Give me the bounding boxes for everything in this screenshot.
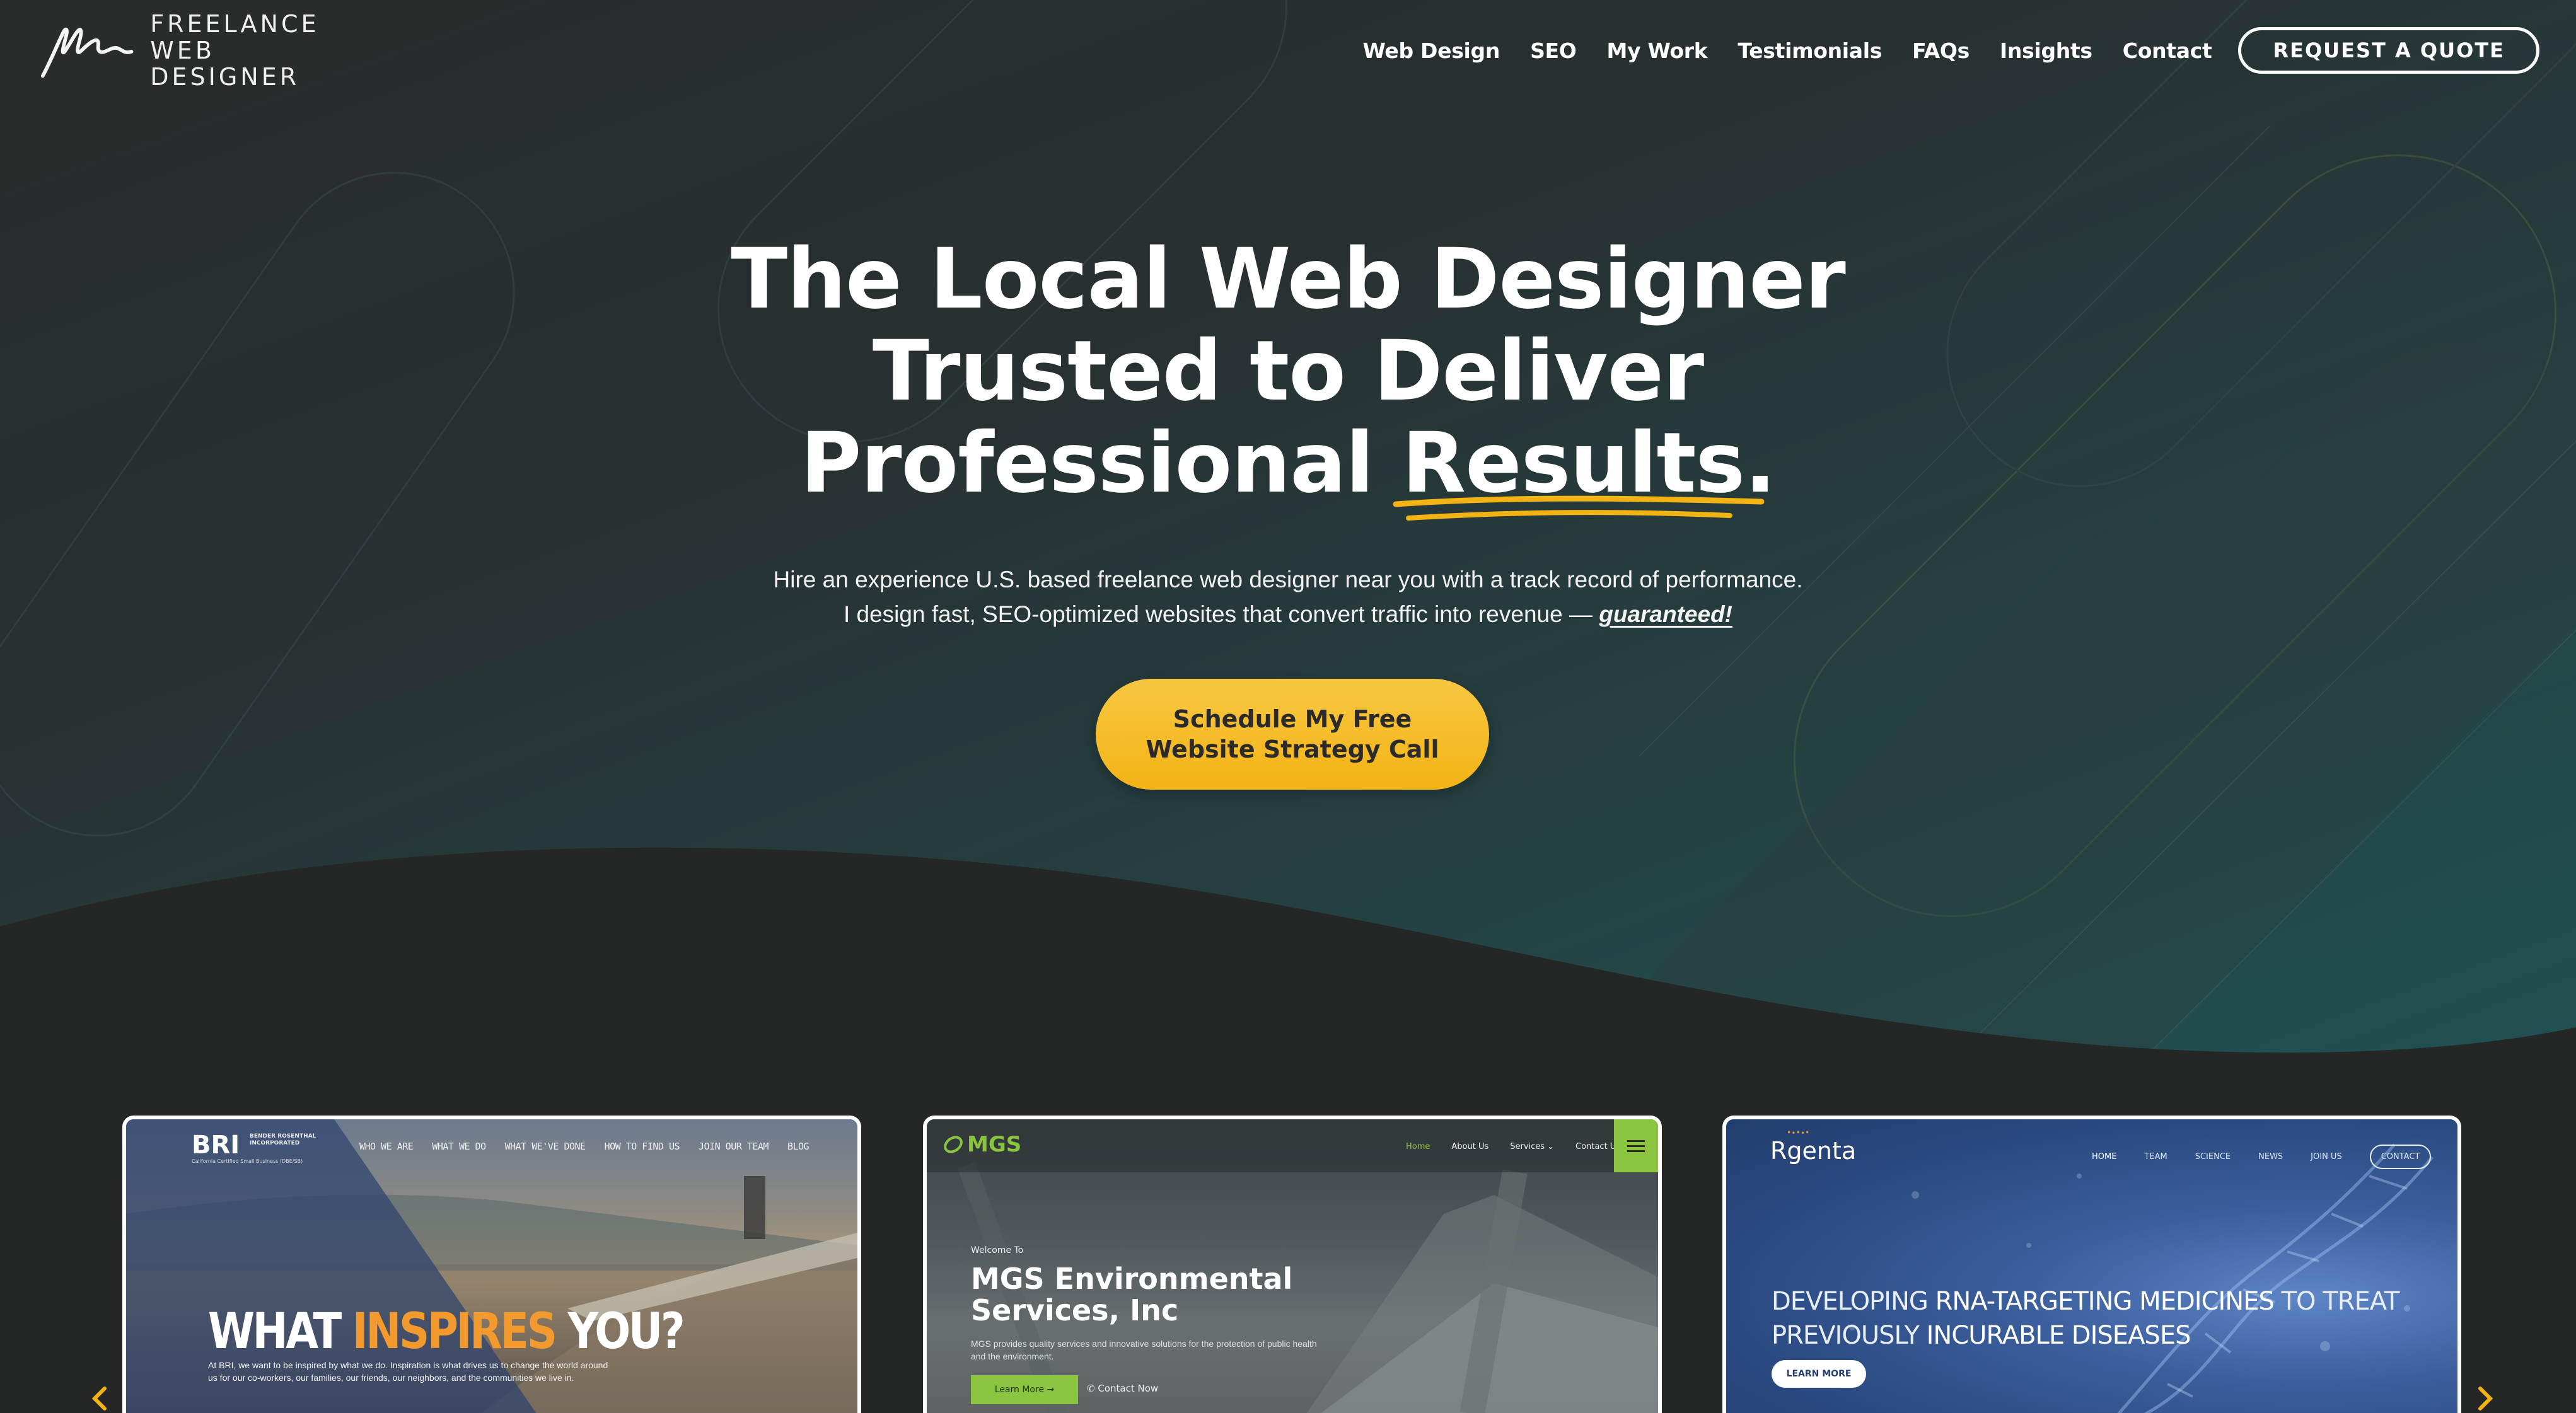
hero-title-line-1: The Local Web Designer bbox=[731, 231, 1846, 328]
hero-subtitle-line-1: Hire an experience U.S. based freelance … bbox=[773, 567, 1803, 592]
bri-headline: WHAT INSPIRES YOU? bbox=[208, 1303, 685, 1360]
hero-subtitle-line-2: I design fast, SEO-optimized websites th… bbox=[0, 597, 2576, 632]
chevron-left-icon bbox=[91, 1387, 107, 1410]
bri-logo-subtitle: BENDER ROSENTHAL INCORPORATED bbox=[250, 1133, 316, 1146]
hamburger-icon bbox=[1614, 1119, 1658, 1172]
hero-title: The Local Web Designer Trusted to Delive… bbox=[0, 231, 2576, 521]
mgs-nav: Home About Us Services ⌄ Contact Us bbox=[1406, 1142, 1642, 1151]
guaranteed-link[interactable]: guaranteed! bbox=[1599, 601, 1732, 627]
rgenta-nav-item: SCIENCE bbox=[2195, 1152, 2231, 1162]
rgenta-contact-button: CONTACT bbox=[2369, 1145, 2432, 1169]
mgs-title-line-1: MGS Environmental bbox=[971, 1262, 1293, 1296]
bri-nav-item: WHAT WE'VE DONE bbox=[504, 1141, 586, 1152]
signature-logo-icon bbox=[40, 27, 134, 78]
mgs-nav-item: Home bbox=[1406, 1142, 1430, 1151]
bri-logo: BRI bbox=[192, 1131, 240, 1160]
mgs-welcome: Welcome To bbox=[971, 1245, 1024, 1255]
hero-title-line-3-text: Professional bbox=[800, 415, 1402, 512]
mgs-contact-text: Contact Now bbox=[1098, 1383, 1159, 1394]
request-quote-button[interactable]: REQUEST A QUOTE bbox=[2238, 27, 2539, 74]
hero-background bbox=[0, 0, 2576, 1059]
squiggle-underline-icon bbox=[1393, 495, 1764, 521]
bri-tagline: California Certified Small Business (DBE… bbox=[192, 1158, 303, 1164]
portfolio-card-bri[interactable]: BRI BENDER ROSENTHAL INCORPORATED Califo… bbox=[122, 1116, 861, 1413]
mgs-title-line-2: Services, Inc bbox=[971, 1293, 1179, 1327]
rgenta-headline-e: INCURABLE DISEASES bbox=[1926, 1321, 2191, 1350]
nav-my-work[interactable]: My Work bbox=[1607, 38, 1708, 63]
rgenta-headline-c: TO TREAT bbox=[2273, 1287, 2400, 1316]
mgs-nav-item: About Us bbox=[1451, 1142, 1489, 1151]
rgenta-nav: HOME TEAM SCIENCE NEWS JOIN US CONTACT bbox=[2092, 1145, 2457, 1169]
rgenta-nav-item: TEAM bbox=[2144, 1152, 2167, 1162]
portfolio-card-mgs[interactable]: MGS Home About Us Services ⌄ Contact Us … bbox=[923, 1116, 1662, 1413]
mgs-contact-link: ✆ Contact Now bbox=[1087, 1383, 1158, 1394]
leaf-icon bbox=[944, 1136, 963, 1153]
bri-body-text: At BRI, we want to be inspired by what w… bbox=[208, 1360, 608, 1383]
hero-title-line-2: Trusted to Deliver bbox=[872, 323, 1704, 420]
logo-text: FREELANCE WEB DESIGNER bbox=[150, 11, 367, 90]
nav-insights[interactable]: Insights bbox=[2000, 38, 2092, 63]
hero-accent-word: Results. bbox=[1393, 417, 1776, 521]
rgenta-headline-d: PREVIOUSLY bbox=[1772, 1321, 1927, 1350]
cta-line-1: Schedule My Free bbox=[1173, 705, 1412, 733]
bri-nav-item: JOIN OUR TEAM bbox=[699, 1141, 769, 1152]
carousel-next-button[interactable] bbox=[2469, 1384, 2500, 1413]
hero-subtitle-line-2-text: I design fast, SEO-optimized websites th… bbox=[843, 601, 1599, 627]
rgenta-nav-item: NEWS bbox=[2258, 1152, 2283, 1162]
bri-headline-accent: INSPIRES bbox=[352, 1303, 557, 1360]
mgs-nav-item: Services ⌄ bbox=[1510, 1142, 1555, 1151]
nav-web-design[interactable]: Web Design bbox=[1363, 38, 1500, 63]
rgenta-headline-b: RNA-TARGETING MEDICINES bbox=[1935, 1287, 2275, 1316]
carousel-prev-button[interactable] bbox=[84, 1384, 116, 1413]
mgs-title: MGS Environmental Services, Inc bbox=[971, 1263, 1292, 1326]
mgs-logo: MGS bbox=[942, 1131, 1036, 1158]
cta-line-2: Website Strategy Call bbox=[1146, 735, 1439, 763]
rgenta-headline: DEVELOPING RNA-TARGETING MEDICINES TO TR… bbox=[1772, 1284, 2440, 1352]
nav-contact[interactable]: Contact bbox=[2123, 38, 2212, 63]
schedule-strategy-call-button[interactable]: Schedule My Free Website Strategy Call bbox=[1096, 679, 1489, 790]
nav-faqs[interactable]: FAQs bbox=[1912, 38, 1970, 63]
rgenta-nav-item: JOIN US bbox=[2311, 1152, 2342, 1162]
rgenta-learn-more-button: LEARN MORE bbox=[1772, 1360, 1866, 1388]
mgs-logo-text: MGS bbox=[967, 1132, 1022, 1157]
bri-headline-post: YOU? bbox=[555, 1303, 685, 1360]
logo-line-1: FREELANCE bbox=[150, 10, 320, 38]
logo-line-2: WEB DESIGNER bbox=[150, 37, 300, 91]
rgenta-headline-a: DEVELOPING bbox=[1772, 1287, 1935, 1316]
site-logo[interactable]: FREELANCE WEB DESIGNER bbox=[39, 11, 367, 90]
chevron-right-icon bbox=[2478, 1387, 2493, 1410]
bri-nav: WHO WE ARE WHAT WE DO WHAT WE'VE DONE HO… bbox=[359, 1141, 828, 1152]
bri-nav-item: WHAT WE DO bbox=[432, 1141, 486, 1152]
nav-testimonials[interactable]: Testimonials bbox=[1738, 38, 1882, 63]
rgenta-logo-mark: •∙•∙• bbox=[1787, 1128, 1810, 1137]
mgs-body-text: MGS provides quality services and innova… bbox=[971, 1339, 1317, 1361]
phone-icon: ✆ bbox=[1087, 1383, 1098, 1394]
rgenta-logo: Rgenta bbox=[1770, 1137, 1857, 1165]
hero-bottom-wave bbox=[0, 847, 2576, 1059]
bri-nav-item: WHO WE ARE bbox=[359, 1141, 414, 1152]
portfolio-card-rgenta[interactable]: •∙•∙• Rgenta HOME TEAM SCIENCE NEWS JOIN… bbox=[1722, 1116, 2461, 1413]
hero-title-line-3: Professional Results. bbox=[0, 415, 2576, 521]
bri-nav-item: HOW TO FIND US bbox=[604, 1141, 680, 1152]
mgs-learn-more-button: Learn More → bbox=[971, 1375, 1078, 1404]
rgenta-headline-line-2: PREVIOUSLY INCURABLE DISEASES bbox=[1772, 1318, 2440, 1352]
hero-subtitle: Hire an experience U.S. based freelance … bbox=[0, 562, 2576, 632]
rgenta-headline-line-1: DEVELOPING RNA-TARGETING MEDICINES TO TR… bbox=[1772, 1284, 2440, 1318]
bri-headline-pre: WHAT bbox=[208, 1303, 352, 1360]
bri-nav-item: BLOG bbox=[787, 1141, 809, 1152]
main-nav: Web Design SEO My Work Testimonials FAQs… bbox=[1333, 25, 2539, 76]
nav-seo[interactable]: SEO bbox=[1530, 38, 1577, 63]
rgenta-nav-item: HOME bbox=[2092, 1152, 2117, 1162]
